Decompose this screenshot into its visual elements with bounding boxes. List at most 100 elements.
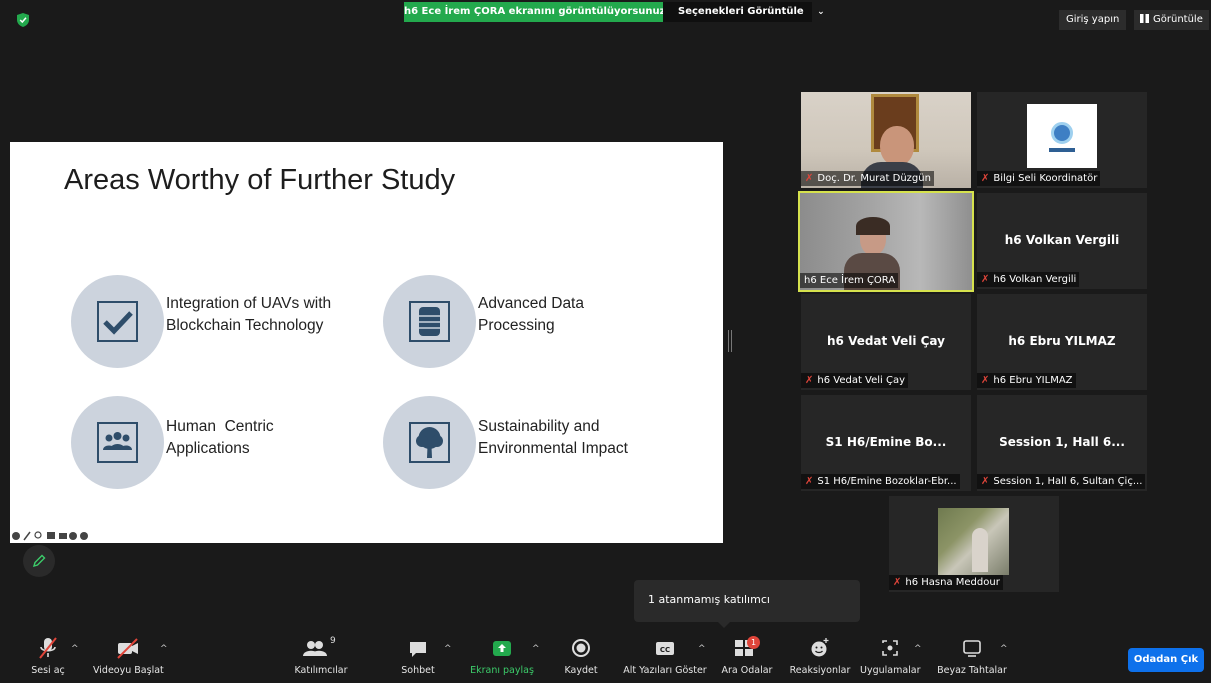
participant-video	[938, 508, 1009, 575]
screen-share-banner: h6 Ece İrem ÇORA ekranını görüntülüyorsu…	[404, 2, 663, 22]
chat-options-caret[interactable]: ^	[444, 644, 452, 654]
participant-display-name: S1 H6/Emine Bo...	[825, 435, 947, 449]
meeting-toolbar: Sesi aç ^ Videoyu Başlat ^ 9 Katılımcıla…	[0, 628, 1211, 683]
participants-icon	[303, 641, 327, 656]
share-screen-label: Ekranı paylaş	[470, 665, 534, 676]
participant-tile[interactable]: h6 Ebru YILMAZ ✗ h6 Ebru YILMAZ	[977, 294, 1147, 390]
muted-mic-icon	[39, 637, 57, 659]
participant-tile[interactable]: ✗ h6 Hasna Meddour	[889, 496, 1059, 592]
participants-label: Katılımcılar	[294, 665, 348, 676]
captions-button[interactable]: CC Alt Yazıları Göster	[622, 636, 708, 676]
unmute-label: Sesi aç	[31, 665, 65, 676]
view-label: Görüntüle	[1153, 14, 1203, 25]
slide-item-line2: Processing	[478, 317, 555, 334]
leave-meeting-button[interactable]: Odadan Çık	[1128, 648, 1204, 672]
people-icon	[97, 422, 138, 463]
apps-label: Uygulamalar	[860, 665, 921, 676]
participant-tile[interactable]: ✗ Doç. Dr. Murat Düzgün	[801, 92, 971, 188]
annotate-button[interactable]	[23, 545, 55, 577]
muted-mic-icon: ✗	[805, 173, 814, 184]
chat-button[interactable]: Sohbet	[398, 636, 438, 676]
slide-item-line1: Advanced Data	[478, 295, 584, 312]
share-screen-button[interactable]: Ekranı paylaş	[470, 636, 534, 676]
record-button[interactable]: Kaydet	[560, 636, 602, 676]
slide-item-line2: Applications	[166, 440, 250, 457]
captions-label: Alt Yazıları Göster	[623, 665, 707, 676]
participant-display-name: Session 1, Hall 6...	[999, 435, 1125, 449]
video-options-caret[interactable]: ^	[160, 644, 168, 654]
muted-mic-icon: ✗	[981, 476, 990, 487]
reactions-label: Reaksiyonlar	[789, 665, 851, 676]
participant-name: h6 Vedat Veli Çay	[817, 375, 906, 386]
participant-name: h6 Hasna Meddour	[905, 577, 1000, 588]
participant-tile[interactable]: S1 H6/Emine Bo... ✗ S1 H6/Emine Bozoklar-…	[801, 395, 971, 491]
participant-tile[interactable]: h6 Volkan Vergili ✗ h6 Volkan Vergili	[977, 193, 1147, 289]
apps-button[interactable]: Uygulamalar	[860, 636, 921, 676]
database-icon	[409, 301, 450, 342]
slide-item-line1: Human Centric	[166, 418, 274, 435]
apps-options-caret[interactable]: ^	[914, 644, 922, 654]
chat-icon	[410, 642, 426, 657]
participant-name: S1 H6/Emine Bozoklar-Ebr...	[817, 476, 957, 487]
muted-mic-icon: ✗	[981, 173, 990, 184]
start-video-label: Videoyu Başlat	[93, 665, 164, 676]
view-options-label: Seçenekleri Görüntüle	[678, 6, 804, 17]
view-button[interactable]: Görüntüle	[1134, 10, 1209, 30]
svg-text:CC: CC	[660, 646, 670, 654]
slide-toolbar[interactable]	[11, 531, 101, 541]
breakout-tooltip: 1 atanmamış katılımcı	[634, 580, 860, 628]
slide-item-line2: Blockchain Technology	[166, 317, 324, 334]
participant-name: h6 Ece İrem ÇORA	[804, 275, 896, 286]
whiteboard-options-caret[interactable]: ^	[1000, 644, 1008, 654]
resize-handle[interactable]	[728, 330, 732, 352]
view-options-button[interactable]: Seçenekleri Görüntüle ⌄	[663, 2, 825, 22]
breakout-rooms-label: Ara Odalar	[721, 665, 773, 676]
sign-in-button[interactable]: Giriş yapın	[1059, 10, 1127, 30]
reactions-button[interactable]: Reaksiyonlar	[788, 636, 852, 676]
participant-logo	[1027, 104, 1097, 168]
breakout-rooms-button[interactable]: 1 Ara Odalar	[720, 636, 774, 676]
apps-icon	[882, 640, 898, 656]
participant-name: Bilgi Seli Koordinatör	[993, 173, 1098, 184]
muted-mic-icon: ✗	[981, 375, 990, 386]
share-options-caret[interactable]: ^	[532, 644, 540, 654]
share-screen-icon	[493, 641, 511, 656]
participant-display-name: h6 Volkan Vergili	[1004, 233, 1120, 247]
chat-label: Sohbet	[401, 665, 435, 676]
record-icon	[572, 639, 590, 657]
shield-icon[interactable]	[17, 13, 29, 27]
audio-options-caret[interactable]: ^	[71, 644, 79, 654]
slide-item-line2: Environmental Impact	[478, 440, 628, 457]
tree-icon	[409, 422, 450, 463]
closed-captions-icon: CC	[656, 642, 674, 655]
participant-name: Doç. Dr. Murat Düzgün	[817, 173, 931, 184]
chevron-down-icon: ⌄	[817, 7, 825, 17]
participant-name: Session 1, Hall 6, Sultan Çiç...	[993, 476, 1143, 487]
record-label: Kaydet	[564, 665, 598, 676]
captions-options-caret[interactable]: ^	[698, 644, 706, 654]
muted-mic-icon: ✗	[981, 274, 990, 285]
checkmark-icon	[97, 301, 138, 342]
reaction-icon	[811, 638, 829, 657]
muted-mic-icon: ✗	[805, 375, 814, 386]
slide-item-line1: Sustainability and	[478, 418, 600, 435]
pen-icon	[32, 554, 46, 568]
participant-tile[interactable]: ✗ Bilgi Seli Koordinatör	[977, 92, 1147, 188]
whiteboard-icon	[963, 640, 981, 657]
slide-title: Areas Worthy of Further Study	[64, 164, 456, 196]
whiteboard-button[interactable]: Beyaz Tahtalar	[936, 636, 1008, 676]
muted-mic-icon: ✗	[805, 476, 814, 487]
participant-tile[interactable]: Session 1, Hall 6... ✗ Session 1, Hall 6,…	[977, 395, 1147, 491]
breakout-badge: 1	[747, 636, 760, 649]
video-off-icon	[117, 638, 138, 659]
participant-tile[interactable]: h6 Vedat Veli Çay ✗ h6 Vedat Veli Çay	[801, 294, 971, 390]
active-speaker-tile[interactable]: h6 Ece İrem ÇORA	[798, 191, 974, 292]
participants-button[interactable]: 9 Katılımcılar	[290, 636, 352, 676]
whiteboard-label: Beyaz Tahtalar	[937, 665, 1007, 676]
participant-count: 9	[330, 636, 336, 646]
muted-mic-icon: ✗	[893, 577, 902, 588]
slide-item-line1: Integration of UAVs with	[166, 295, 332, 312]
start-video-button[interactable]: Videoyu Başlat	[93, 636, 164, 676]
participant-display-name: h6 Vedat Veli Çay	[827, 334, 945, 348]
unmute-button[interactable]: Sesi aç	[26, 636, 70, 676]
